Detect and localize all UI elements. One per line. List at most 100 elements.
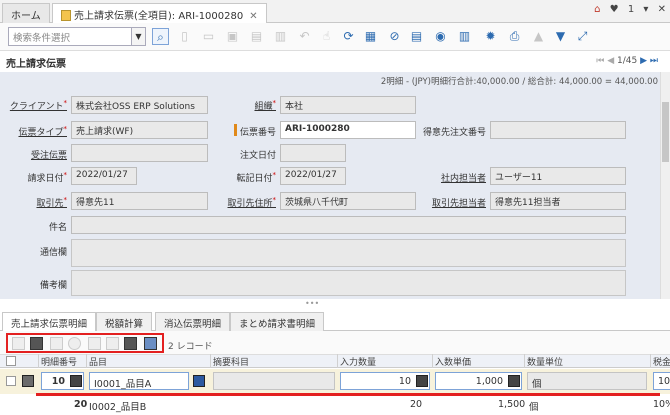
- order-date-label: 注文日付: [239, 151, 276, 161]
- acct-date-field[interactable]: 2022/01/27: [280, 167, 346, 185]
- last-record-icon[interactable]: ⏭: [650, 56, 658, 66]
- help-icon[interactable]: ☝: [318, 28, 335, 45]
- account-field[interactable]: [213, 372, 335, 390]
- chevron-down-icon[interactable]: ▼: [131, 28, 145, 45]
- bpartner-field[interactable]: 得意先11: [71, 192, 208, 210]
- next-record-icon[interactable]: ▶: [640, 56, 647, 66]
- close-all-icon[interactable]: ✕: [658, 4, 666, 15]
- subject-label: 件名: [48, 223, 67, 233]
- star-icon[interactable]: ♥: [610, 4, 619, 15]
- col-qty[interactable]: 入力数量: [340, 355, 376, 368]
- new-record-icon[interactable]: ▯: [176, 28, 193, 45]
- sales-rep-label[interactable]: 社内担当者: [441, 171, 486, 184]
- tab-invoice-lines[interactable]: 売上請求伝票明細: [2, 312, 97, 332]
- docno-label: 伝票番号: [239, 128, 276, 138]
- page-title: 売上請求伝票: [6, 59, 66, 70]
- zoom-across-icon[interactable]: ◉: [432, 28, 449, 45]
- tab-tax[interactable]: 税額計算: [96, 312, 153, 331]
- home-icon[interactable]: ⌂: [594, 4, 600, 15]
- tab-sales-invoice[interactable]: 売上請求伝票(全項目): ARI-1000280 ✕: [52, 3, 267, 24]
- delete-icon[interactable]: ▤: [248, 28, 265, 45]
- client-label[interactable]: クライアント*: [10, 99, 67, 112]
- order-date-field[interactable]: [280, 144, 346, 162]
- col-line[interactable]: 明細番号: [41, 355, 77, 368]
- attachment-icon[interactable]: ⊘: [386, 28, 403, 45]
- summary-text: 2明細 - (JPY)明細行合計:40,000.00 / 総合計: 44,000…: [380, 77, 658, 87]
- calculator-icon[interactable]: [70, 375, 82, 387]
- remarks-field[interactable]: [71, 270, 626, 296]
- qty-value: 20: [410, 399, 423, 410]
- calendar-icon[interactable]: ▦: [362, 28, 379, 45]
- report-icon[interactable]: ▥: [456, 28, 473, 45]
- client-field[interactable]: 株式会社OSS ERP Solutions: [71, 96, 208, 114]
- tab-allocations[interactable]: 消込伝票明細: [155, 312, 231, 331]
- col-product[interactable]: 品目: [89, 355, 107, 368]
- first-record-icon[interactable]: ⏮: [596, 56, 604, 66]
- bp-contact-label[interactable]: 取引先担当者: [432, 196, 486, 209]
- comm-label: 通信欄: [39, 248, 67, 258]
- chevron-down-icon[interactable]: ▾: [643, 4, 648, 15]
- order-field[interactable]: [71, 144, 208, 162]
- col-uom[interactable]: 数量単位: [527, 355, 563, 368]
- alerts-count[interactable]: 1: [628, 4, 634, 15]
- bp-location-field[interactable]: 茨城県八千代町: [280, 192, 416, 210]
- refresh-icon[interactable]: ⟳: [340, 28, 357, 45]
- search-input[interactable]: 検索条件選択 ▼: [8, 27, 146, 46]
- order-label[interactable]: 受注伝票: [31, 148, 67, 161]
- expand-icon[interactable]: ⤢: [574, 28, 591, 45]
- docno-field[interactable]: ARI-1000280: [280, 121, 416, 139]
- process-icon[interactable]: ✹: [482, 28, 499, 45]
- sales-rep-field[interactable]: ユーザー11: [490, 167, 626, 185]
- org-field[interactable]: 本社: [280, 96, 416, 114]
- product-search-icon[interactable]: [193, 375, 205, 387]
- title-row: [0, 51, 670, 71]
- subject-field[interactable]: [71, 216, 626, 234]
- col-account[interactable]: 摘要科目: [213, 355, 249, 368]
- uom-field[interactable]: 個: [527, 372, 647, 390]
- chat-icon[interactable]: ▤: [408, 28, 425, 45]
- doctype-field[interactable]: 売上請求(WF): [71, 121, 208, 139]
- arrow-up-icon[interactable]: ▲: [530, 28, 547, 45]
- tax-value: 10%: [653, 399, 670, 410]
- product-input[interactable]: I0001_品目A: [89, 372, 189, 390]
- prev-record-icon[interactable]: ◀: [607, 56, 614, 66]
- comm-field[interactable]: [71, 239, 626, 267]
- col-price[interactable]: 入数単価: [435, 355, 471, 368]
- copy-icon[interactable]: ▭: [200, 28, 217, 45]
- arrow-down-icon[interactable]: ▼: [552, 28, 569, 45]
- calculator-icon[interactable]: [508, 375, 520, 387]
- save-icon[interactable]: ▣: [224, 28, 241, 45]
- search-icon[interactable]: ⌕: [152, 28, 169, 45]
- product-name: I0002_品目B: [89, 402, 147, 413]
- cust-order-label: 得意先注文番号: [422, 128, 486, 138]
- record-position: 1/45: [617, 56, 638, 66]
- form-scrollbar[interactable]: [660, 72, 670, 299]
- row-edit-icon[interactable]: [22, 375, 34, 387]
- close-tab-icon[interactable]: ✕: [249, 11, 257, 22]
- doctype-label[interactable]: 伝票タイプ*: [18, 125, 67, 138]
- top-right-icons: ⌂ ♥ 1 ▾ ✕: [588, 4, 666, 15]
- remarks-label: 備考欄: [39, 281, 67, 291]
- row-checkbox[interactable]: [6, 376, 16, 386]
- delete-selection-icon[interactable]: ▥: [272, 28, 289, 45]
- org-label[interactable]: 組織*: [254, 99, 276, 112]
- select-all-checkbox[interactable]: [6, 356, 16, 366]
- print-icon[interactable]: ⎙: [506, 28, 523, 45]
- invoice-date-field[interactable]: 2022/01/27: [71, 167, 137, 185]
- cust-order-field[interactable]: [490, 121, 626, 139]
- calculator-icon[interactable]: [416, 375, 428, 387]
- highlight-marker: [234, 124, 237, 136]
- splitter-handle[interactable]: •••: [305, 299, 319, 308]
- tab-consolidated[interactable]: まとめ請求書明細: [230, 312, 325, 331]
- undo-icon[interactable]: ↶: [296, 28, 313, 45]
- col-tax[interactable]: 税金: [653, 355, 670, 368]
- invoice-date-label: 請求日付*: [27, 171, 67, 184]
- bp-contact-field[interactable]: 得意先11担当者: [490, 192, 626, 210]
- uom-value: 個: [529, 402, 539, 413]
- tax-input[interactable]: 10: [653, 372, 670, 390]
- bpartner-label[interactable]: 取引先*: [36, 196, 67, 209]
- bp-location-label[interactable]: 取引先住所*: [227, 196, 276, 209]
- tab-home[interactable]: ホーム: [2, 3, 50, 23]
- pager: ⏮ ◀ 1/45 ▶ ⏭: [596, 56, 658, 66]
- red-highlight-box: [6, 333, 164, 353]
